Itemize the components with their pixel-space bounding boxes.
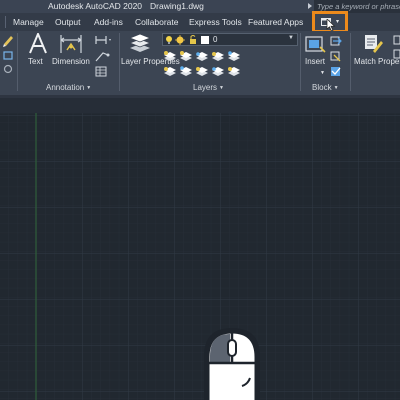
drawing-grid	[0, 113, 400, 400]
app-title: Autodesk AutoCAD 2020	[48, 1, 143, 11]
layer-properties-label[interactable]: Layer Properties	[121, 57, 180, 66]
text-icon[interactable]	[27, 33, 49, 55]
annotation-panel-title[interactable]: Annotation ▼	[46, 83, 91, 92]
layer-tools-icons[interactable]	[162, 49, 240, 79]
tab-express-tools[interactable]: Express Tools	[189, 17, 242, 27]
tab-featured-apps[interactable]: Featured Apps	[248, 17, 303, 27]
properties-tools-icon[interactable]	[393, 35, 400, 75]
dimension-icon[interactable]	[58, 34, 84, 54]
layer-properties-icon[interactable]	[128, 33, 152, 55]
annotation-tools-icon[interactable]	[94, 34, 112, 78]
panel-divider	[300, 33, 301, 91]
tab-scroll-edge	[0, 16, 6, 28]
panel-divider	[17, 33, 18, 91]
text-button-label[interactable]: Text	[28, 57, 43, 66]
match-properties-icon[interactable]	[363, 33, 385, 55]
panel-expand-icon: ▼	[219, 85, 224, 91]
block-title-text: Block	[312, 83, 332, 92]
tab-collaborate[interactable]: Collaborate	[135, 17, 178, 27]
layers-panel-title[interactable]: Layers ▼	[193, 83, 224, 92]
draw-tools-icon[interactable]	[2, 34, 14, 82]
file-tab-bar	[0, 98, 400, 113]
chevron-down-icon: ▼	[288, 35, 294, 41]
panel-divider	[119, 33, 120, 91]
tab-manage[interactable]: Manage	[13, 17, 44, 27]
insert-block-icon[interactable]	[304, 35, 326, 55]
chevron-down-icon: ▾	[336, 19, 340, 25]
window-title: Autodesk AutoCAD 2020 Drawing1.dwg	[48, 1, 204, 11]
workspace-switch-button[interactable]: ▾	[312, 11, 348, 33]
block-panel-title[interactable]: Block ▼	[312, 83, 339, 92]
dimension-button-label[interactable]: Dimension	[52, 57, 90, 66]
drawing-canvas[interactable]	[0, 113, 400, 400]
tab-output[interactable]: Output	[55, 17, 81, 27]
match-properties-label[interactable]: Match Properties	[354, 57, 400, 66]
panel-divider	[350, 33, 351, 91]
insert-dropdown-icon[interactable]: ▼	[320, 69, 325, 78]
layer-state-icons	[166, 35, 209, 45]
layers-title-text: Layers	[193, 83, 218, 92]
mouse-icon	[204, 328, 260, 400]
insert-button-label[interactable]: Insert	[305, 57, 325, 66]
layer-dropdown[interactable]: 0 ▼	[162, 33, 298, 46]
annotation-title-text: Annotation	[46, 83, 85, 92]
block-tools-icons[interactable]	[329, 35, 343, 79]
current-layer-value: 0	[213, 35, 218, 44]
panel-expand-icon: ▼	[333, 85, 339, 91]
search-expand-icon[interactable]	[308, 3, 312, 9]
tab-add-ins[interactable]: Add-ins	[94, 17, 123, 27]
panel-expand-icon: ▼	[86, 85, 92, 91]
file-name: Drawing1.dwg	[150, 1, 204, 11]
